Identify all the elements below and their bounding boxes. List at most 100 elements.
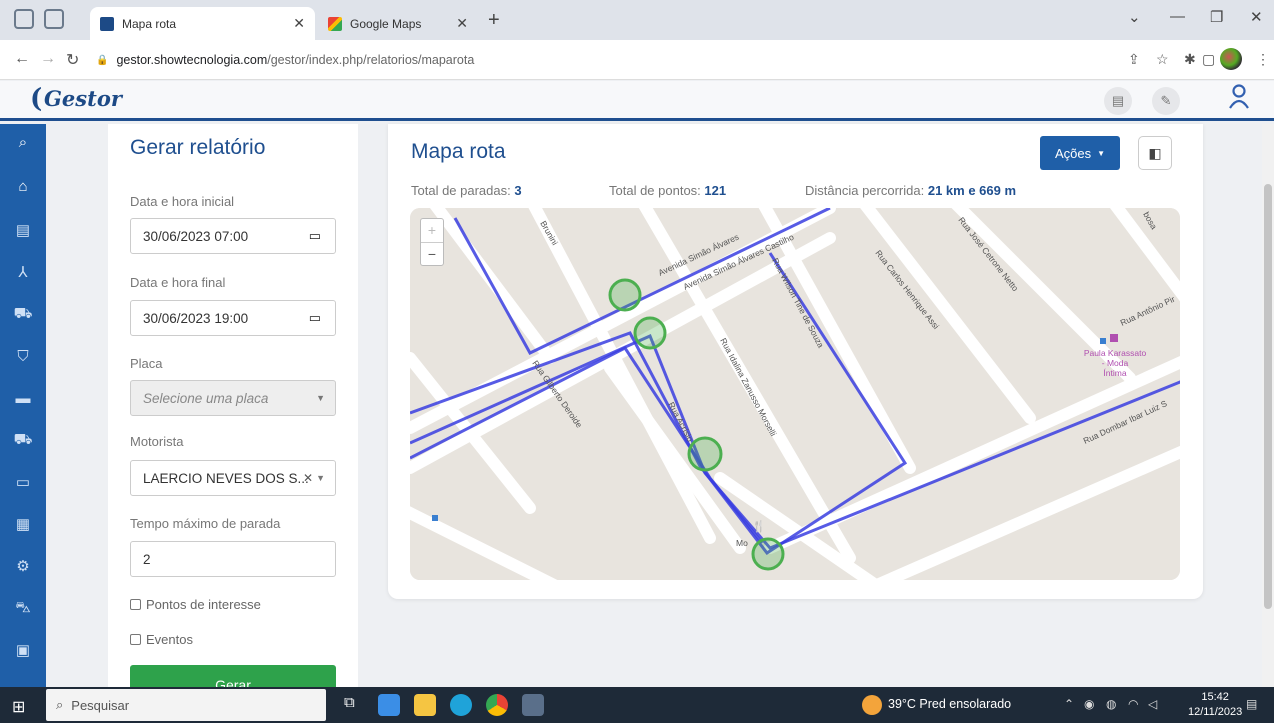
windows-start-icon[interactable]: ⊞	[12, 697, 25, 717]
user-icon[interactable]	[1228, 84, 1250, 116]
address-bar: ← → ↻ 🔒 gestor.showtecnologia.com/gestor…	[0, 40, 1274, 80]
network-icon[interactable]: ⅄	[0, 260, 46, 284]
volume-icon[interactable]: ◁	[1148, 697, 1157, 711]
clear-icon[interactable]: ✕	[303, 471, 313, 485]
close-icon[interactable]: ✕	[456, 15, 468, 32]
actions-button[interactable]: Ações ▼	[1040, 136, 1120, 170]
restaurant-icon[interactable]: 🍴	[752, 520, 766, 533]
monitor-icon[interactable]: ▣	[0, 638, 46, 662]
url-field[interactable]: 🔒 gestor.showtecnologia.com/gestor/index…	[96, 48, 1126, 72]
reload-icon[interactable]: ↻	[66, 50, 79, 70]
route-map[interactable]: Brunini Avenida Simão Álvares Avenida Si…	[410, 208, 1180, 580]
driver-select[interactable]: LAERCIO NEVES DOS S... ✕ ▼	[130, 460, 336, 496]
start-datetime-label: Data e hora inicial	[130, 194, 235, 209]
gestor-logo[interactable]: (Gestor	[30, 84, 122, 114]
events-checkbox[interactable]: Eventos	[130, 632, 193, 647]
end-datetime-value: 30/06/2023 19:00	[143, 310, 249, 326]
taskbar-clock[interactable]: 15:42 12/11/2023	[1188, 690, 1242, 720]
url-host: gestor.showtecnologia.com	[116, 53, 268, 67]
street-label: Mo	[736, 538, 748, 548]
taskbar-search-placeholder: Pesquisar	[71, 697, 130, 713]
settings-icon[interactable]: ⚙	[0, 554, 46, 578]
bus-stop-icon[interactable]	[432, 515, 438, 521]
weather-icon[interactable]	[862, 695, 882, 715]
taskbar-search[interactable]: ⌕ Pesquisar	[46, 689, 326, 721]
mail-icon[interactable]	[378, 694, 400, 716]
menu-icon[interactable]: ⋮	[1256, 51, 1270, 68]
close-window-icon[interactable]: ✕	[1250, 8, 1263, 26]
bus-stop-icon[interactable]	[1100, 338, 1106, 344]
forward-icon[interactable]: →	[40, 50, 56, 68]
stop-marker[interactable]	[633, 316, 667, 350]
task-view-icon[interactable]: ⧉	[344, 694, 366, 716]
chevron-up-icon[interactable]: ⌃	[1064, 697, 1074, 711]
message-icon[interactable]: ▬	[0, 386, 46, 410]
end-datetime-input[interactable]: 30/06/2023 19:00 ▭	[130, 300, 336, 336]
tab-groups-icon[interactable]	[44, 9, 64, 29]
stops-label: Total de paradas:	[411, 183, 511, 198]
chrome-icon[interactable]	[486, 694, 508, 716]
clipboard-icon[interactable]: ▤	[1104, 87, 1132, 115]
minimize-icon[interactable]: —	[1170, 8, 1185, 25]
poi-checkbox[interactable]: Pontos de interesse	[130, 597, 261, 612]
calendar-icon[interactable]: ▦	[0, 512, 46, 536]
pencil-icon[interactable]: ✎	[1152, 87, 1180, 115]
stop-marker[interactable]	[687, 436, 723, 472]
language-icon[interactable]: ◍	[1106, 697, 1116, 711]
tab-actions-icon[interactable]	[14, 9, 34, 29]
zoom-control: + −	[420, 218, 444, 266]
lock-icon: 🔒	[96, 54, 109, 66]
stop-marker[interactable]	[751, 537, 785, 571]
points-label: Total de pontos:	[609, 183, 701, 198]
chevron-down-icon[interactable]: ⌄	[1128, 8, 1141, 26]
extensions-icon[interactable]: ✱	[1184, 51, 1196, 68]
zoom-in-button[interactable]: +	[421, 219, 443, 243]
sidepanel-icon[interactable]: ▢	[1202, 51, 1215, 68]
search-icon[interactable]: ⌕	[0, 130, 46, 154]
sidebar: ⌕ ⌂ ▤ ⅄ ⛟ ⛉ ▬ ⛟ ▭ ▦ ⚙ ⛍ ▣	[0, 124, 46, 687]
tab-title: Google Maps	[350, 16, 422, 31]
folder-icon[interactable]: ▭	[0, 470, 46, 494]
start-datetime-input[interactable]: 30/06/2023 07:00 ▭	[130, 218, 336, 254]
truck-icon[interactable]: ⛟	[0, 428, 46, 452]
map-canvas[interactable]: Brunini Avenida Simão Álvares Avenida Si…	[410, 208, 1180, 580]
stop-marker[interactable]	[608, 278, 642, 312]
wifi-icon[interactable]: ◠	[1128, 697, 1138, 711]
new-tab-icon[interactable]: +	[488, 9, 500, 32]
plate-select[interactable]: Selecione uma placa ▼	[130, 380, 336, 416]
fleet-icon[interactable]: ⛍	[0, 596, 46, 620]
zoom-out-button[interactable]: −	[421, 243, 443, 266]
weather-text[interactable]: 39°C Pred ensolarado	[888, 697, 1011, 711]
calendar-icon[interactable]: ▭	[309, 310, 321, 326]
page-scrollbar[interactable]	[1262, 124, 1274, 687]
checkbox-icon[interactable]	[130, 634, 141, 645]
toggle-panel-button[interactable]: ◧	[1138, 136, 1172, 170]
network-tray-icon[interactable]: ◉	[1084, 697, 1094, 711]
file-explorer-icon[interactable]	[414, 694, 436, 716]
shop-icon[interactable]	[1110, 334, 1118, 342]
scrollbar-thumb[interactable]	[1264, 184, 1272, 609]
close-icon[interactable]: ✕	[293, 15, 305, 32]
tab-mapa-rota[interactable]: Mapa rota ✕	[90, 7, 315, 40]
home-icon[interactable]: ⌂	[0, 174, 46, 198]
poi-name: Íntima	[1103, 368, 1126, 378]
car-icon[interactable]: ⛟	[0, 302, 46, 326]
report-icon[interactable]: ▤	[0, 218, 46, 242]
share-icon[interactable]: ⇪	[1128, 51, 1140, 68]
restore-icon[interactable]: ❐	[1210, 8, 1223, 26]
stop-time-input[interactable]: 2	[130, 541, 336, 577]
points-value: 121	[704, 183, 727, 198]
app-icon[interactable]	[522, 694, 544, 716]
stop-time-label: Tempo máximo de parada	[130, 516, 281, 531]
star-icon[interactable]: ☆	[1156, 51, 1169, 68]
notifications-icon[interactable]: ▤	[1246, 697, 1257, 711]
profile-avatar[interactable]	[1220, 48, 1242, 70]
checkbox-icon[interactable]	[130, 599, 141, 610]
calendar-icon[interactable]: ▭	[309, 228, 321, 244]
tab-google-maps[interactable]: Google Maps ✕	[318, 7, 478, 40]
distance-value: 21 km e 669 m	[927, 183, 1017, 198]
edge-icon[interactable]	[450, 694, 472, 716]
shield-icon[interactable]: ⛉	[0, 344, 46, 368]
map-card: Mapa rota Ações ▼ ◧ Total de paradas: 3 …	[388, 124, 1203, 599]
back-icon[interactable]: ←	[14, 50, 30, 68]
